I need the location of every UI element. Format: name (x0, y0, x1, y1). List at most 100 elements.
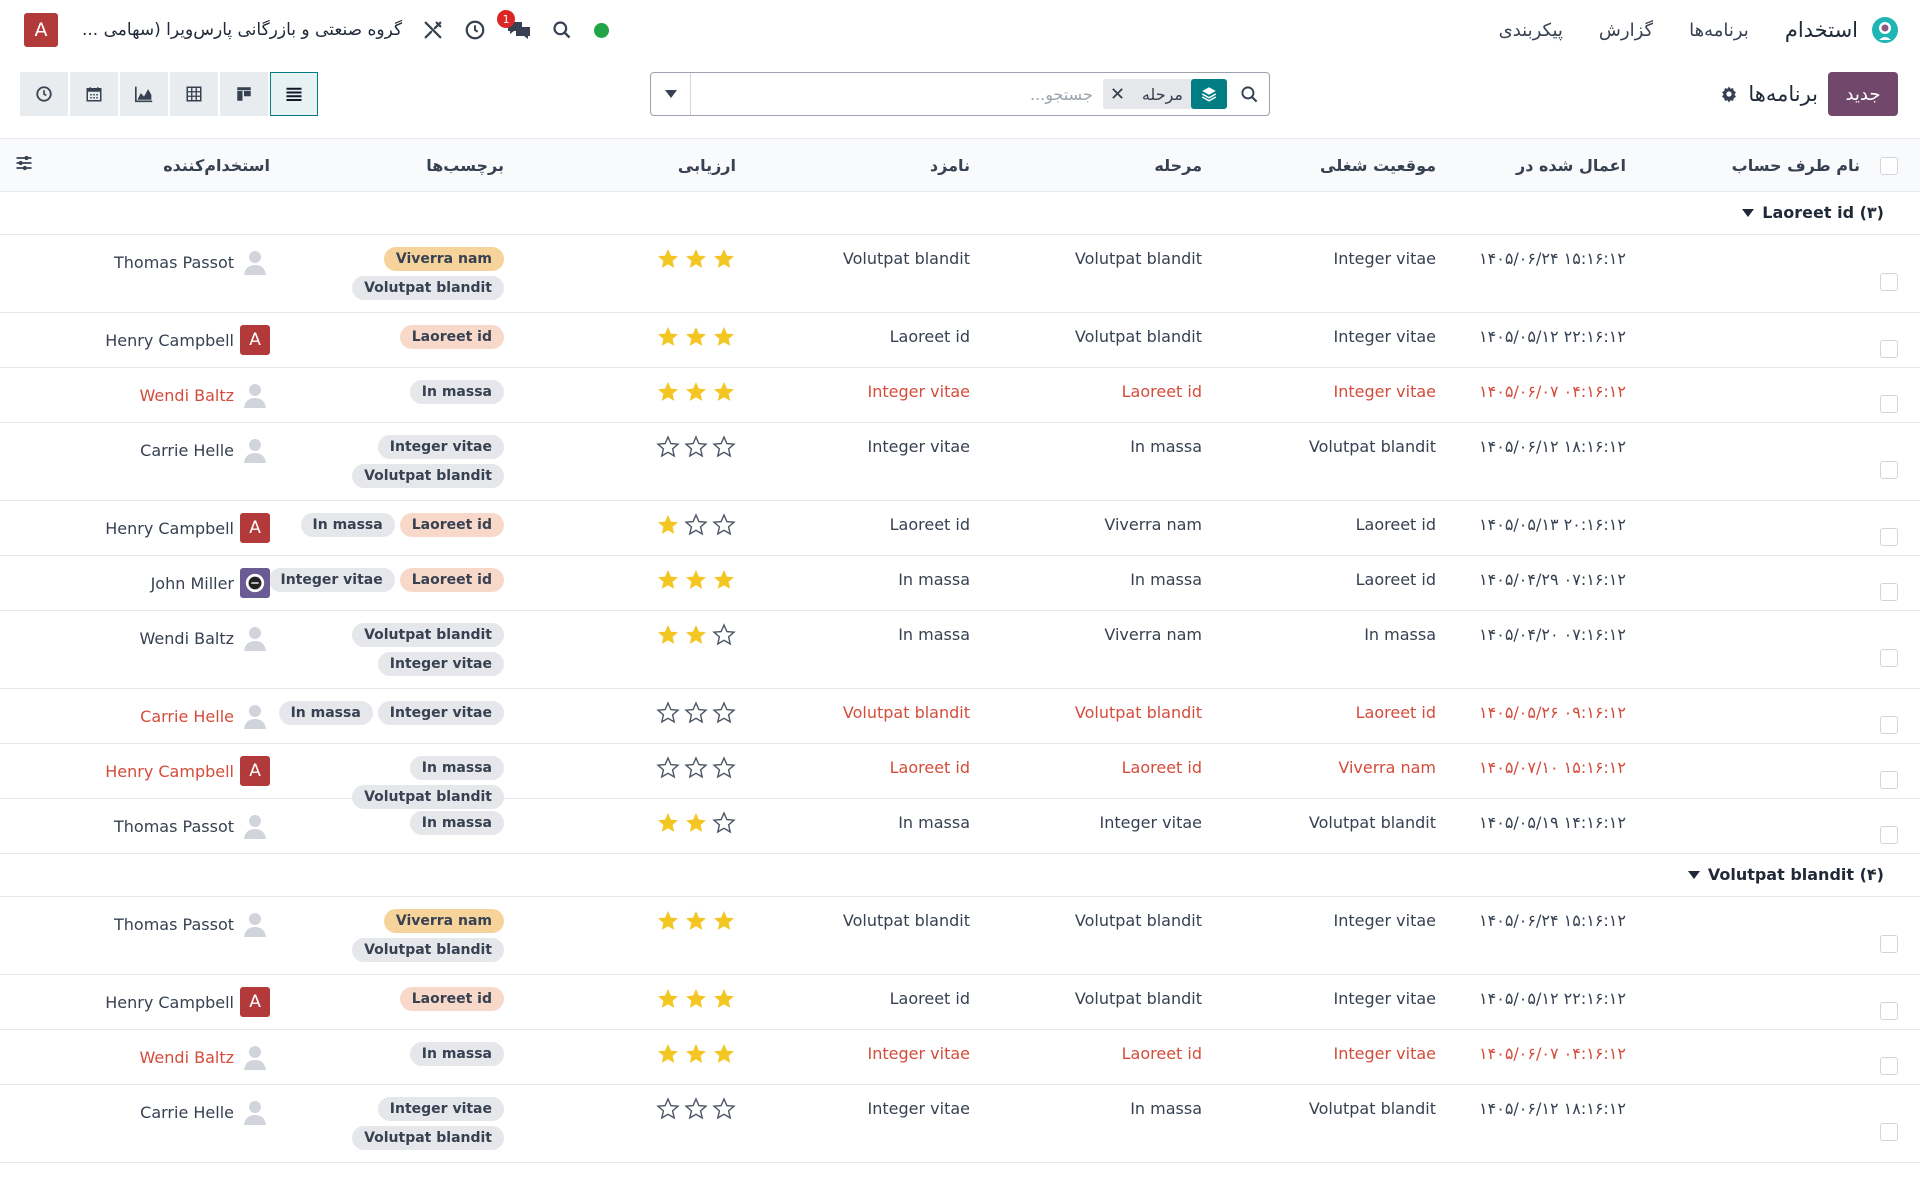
column-candidate[interactable]: نامزد (930, 156, 970, 175)
table-row[interactable]: ۱۴۰۵/۰۵/۱۳ ۲۰:۱۶:۱۲ Laoreet id Viverra nam… (0, 501, 1920, 556)
messaging-chat-icon[interactable]: 1 (497, 10, 532, 41)
table-row[interactable]: ۱۴۰۵/۰۴/۲۹ ۰۷:۱۶:۱۲ Laoreet id In massa In … (0, 556, 1920, 611)
gear-icon[interactable] (1720, 85, 1738, 103)
rating-star-icon[interactable] (684, 435, 708, 463)
column-recruiter[interactable]: استخدام‌کننده (163, 156, 270, 175)
rating-star-icon[interactable] (684, 380, 708, 408)
rating-star-icon[interactable] (712, 909, 736, 937)
table-row[interactable]: ۱۴۰۵/۰۶/۱۲ ۱۸:۱۶:۱۲ Volutpat blandit In ma… (0, 423, 1920, 501)
select-all-checkbox[interactable] (1880, 157, 1898, 175)
rating-star-icon[interactable] (684, 1097, 708, 1125)
rating-star-icon[interactable] (656, 987, 680, 1015)
row-checkbox[interactable] (1880, 649, 1898, 667)
rating-star-icon[interactable] (684, 909, 708, 937)
rating-star-icon[interactable] (712, 987, 736, 1015)
pivot-view-button[interactable] (170, 72, 218, 116)
new-button[interactable]: جدید (1828, 72, 1898, 116)
row-checkbox[interactable] (1880, 1056, 1898, 1075)
rating-star-icon[interactable] (712, 1042, 736, 1070)
rating-star-icon[interactable] (656, 568, 680, 596)
search-icon[interactable] (552, 20, 572, 40)
row-checkbox[interactable] (1880, 1001, 1898, 1020)
table-row[interactable]: ۱۴۰۵/۰۶/۰۷ ۰۴:۱۶:۱۲ Integer vitae Laoreet … (0, 1030, 1920, 1085)
rating-star-icon[interactable] (684, 1042, 708, 1070)
column-job[interactable]: موقعیت شغلی (1320, 156, 1436, 175)
company-switcher[interactable]: گروه صنعتی و بازرگانی پارس‌ویرا (سهامی .… (82, 20, 402, 40)
rating-stars[interactable] (656, 435, 736, 463)
column-tags[interactable]: برچسب‌ها (426, 156, 504, 175)
table-row[interactable]: ۱۴۰۵/۰۷/۱۰ ۱۵:۱۶:۱۲ Viverra nam Laoreet id… (0, 744, 1920, 809)
rating-stars[interactable] (656, 513, 736, 541)
calendar-view-button[interactable] (70, 72, 118, 116)
row-checkbox[interactable] (1880, 825, 1898, 844)
rating-star-icon[interactable] (684, 811, 708, 839)
rating-star-icon[interactable] (656, 1042, 680, 1070)
rating-star-icon[interactable] (656, 701, 680, 729)
rating-star-icon[interactable] (712, 811, 736, 839)
rating-star-icon[interactable] (656, 435, 680, 463)
row-checkbox[interactable] (1880, 715, 1898, 734)
rating-star-icon[interactable] (684, 756, 708, 784)
rating-stars[interactable] (656, 623, 736, 651)
rating-star-icon[interactable] (712, 1097, 736, 1125)
rating-star-icon[interactable] (712, 623, 736, 651)
rating-star-icon[interactable] (712, 380, 736, 408)
column-applied[interactable]: اعمال شده در (1516, 156, 1626, 175)
rating-star-icon[interactable] (656, 1097, 680, 1125)
rating-star-icon[interactable] (684, 568, 708, 596)
rating-star-icon[interactable] (712, 247, 736, 275)
table-row[interactable]: ۱۴۰۵/۰۴/۲۰ ۰۷:۱۶:۱۲ In massa Viverra nam In… (0, 611, 1920, 689)
rating-star-icon[interactable] (712, 325, 736, 353)
group-header[interactable]: Laoreet id (۳) (1742, 203, 1884, 222)
search-submit-icon[interactable] (1229, 85, 1269, 104)
row-checkbox[interactable] (1880, 461, 1898, 479)
column-account[interactable]: نام طرف حساب (1732, 156, 1860, 175)
menu-configuration[interactable]: پیکربندی (1499, 20, 1563, 41)
table-row[interactable]: ۱۴۰۵/۰۵/۲۶ ۰۹:۱۶:۱۲ Laoreet id Volutpat bl… (0, 689, 1920, 744)
rating-star-icon[interactable] (712, 435, 736, 463)
table-row[interactable]: ۱۴۰۵/۰۵/۱۲ ۲۲:۱۶:۱۲ Integer vitae Volutpat… (0, 313, 1920, 368)
rating-stars[interactable] (656, 987, 736, 1015)
column-rating[interactable]: ارزیابی (678, 156, 736, 175)
rating-stars[interactable] (656, 380, 736, 408)
activity-view-button[interactable] (20, 72, 68, 116)
kanban-view-button[interactable] (220, 72, 268, 116)
rating-stars[interactable] (656, 909, 736, 937)
user-avatar[interactable]: A (24, 13, 58, 47)
table-row[interactable]: ۱۴۰۵/۰۵/۱۲ ۲۲:۱۶:۱۲ Integer vitae Volutpat… (0, 975, 1920, 1030)
rating-star-icon[interactable] (684, 987, 708, 1015)
rating-star-icon[interactable] (712, 513, 736, 541)
rating-star-icon[interactable] (656, 247, 680, 275)
row-checkbox[interactable] (1880, 935, 1898, 953)
rating-star-icon[interactable] (712, 701, 736, 729)
rating-star-icon[interactable] (656, 909, 680, 937)
table-row[interactable]: ۱۴۰۵/۰۶/۲۴ ۱۵:۱۶:۱۲ Integer vitae Volutpat… (0, 235, 1920, 313)
search-options-toggle[interactable] (651, 73, 691, 115)
rating-star-icon[interactable] (656, 811, 680, 839)
menu-applications[interactable]: برنامه‌ها (1689, 20, 1749, 41)
menu-reporting[interactable]: گزارش (1599, 20, 1653, 41)
row-checkbox[interactable] (1880, 273, 1898, 291)
rating-stars[interactable] (656, 701, 736, 729)
row-checkbox[interactable] (1880, 394, 1898, 413)
activity-clock-icon[interactable] (464, 19, 486, 41)
rating-star-icon[interactable] (684, 513, 708, 541)
rating-star-icon[interactable] (712, 756, 736, 784)
recruitment-app-icon[interactable] (1870, 15, 1900, 45)
table-row[interactable]: ۱۴۰۵/۰۵/۱۹ ۱۴:۱۶:۱۲ Volutpat blandit Integ… (0, 799, 1920, 854)
row-checkbox[interactable] (1880, 527, 1898, 546)
rating-star-icon[interactable] (656, 513, 680, 541)
rating-star-icon[interactable] (656, 325, 680, 353)
rating-stars[interactable] (656, 756, 736, 784)
graph-view-button[interactable] (120, 72, 168, 116)
row-checkbox[interactable] (1880, 339, 1898, 358)
list-view-button[interactable] (270, 72, 318, 116)
column-stage[interactable]: مرحله (1154, 156, 1202, 175)
rating-star-icon[interactable] (656, 380, 680, 408)
rating-star-icon[interactable] (684, 247, 708, 275)
group-header[interactable]: Volutpat blandit (۴) (1687, 865, 1884, 884)
table-row[interactable]: ۱۴۰۵/۰۶/۱۲ ۱۸:۱۶:۱۲ Volutpat blandit In ma… (0, 1085, 1920, 1163)
app-title[interactable]: استخدام (1785, 18, 1858, 42)
rating-stars[interactable] (656, 1042, 736, 1070)
rating-stars[interactable] (656, 811, 736, 839)
